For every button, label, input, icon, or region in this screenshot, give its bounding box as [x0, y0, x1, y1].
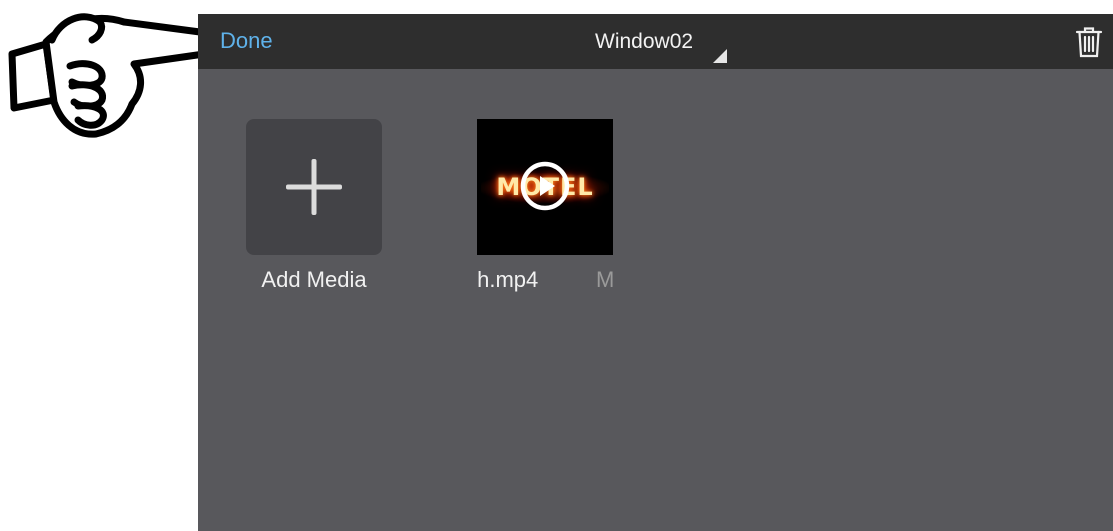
window-selector[interactable]: Window02: [595, 28, 727, 63]
trash-icon[interactable]: [1074, 26, 1104, 58]
add-media-label: Add Media: [261, 267, 367, 292]
media-thumbnail[interactable]: MOTEL: [477, 119, 613, 255]
media-window: Done Window02 Add Media MOTEL: [198, 14, 1113, 531]
top-bar: Done Window02: [198, 14, 1113, 69]
pointing-hand-icon: [8, 13, 216, 138]
media-filename-text: :h.mp4: [477, 267, 539, 292]
media-filename: :h.mp4 M: [477, 267, 613, 297]
play-icon[interactable]: [519, 160, 571, 212]
done-button[interactable]: Done: [220, 28, 273, 54]
add-media-button[interactable]: [246, 119, 382, 255]
media-extra-text: M: [596, 267, 613, 292]
plus-icon: [286, 159, 342, 215]
dropdown-triangle-icon: [713, 49, 727, 63]
window-title: Window02: [595, 30, 694, 53]
